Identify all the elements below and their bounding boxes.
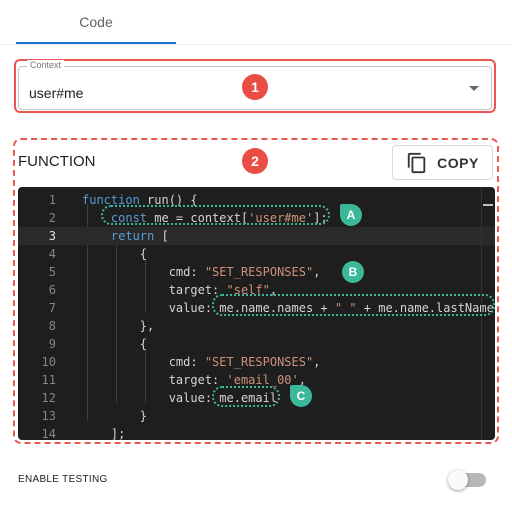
code-token: { <box>82 247 148 261</box>
annotation-box-b <box>212 294 495 316</box>
line-number: 7 <box>48 301 56 315</box>
toggle-knob <box>448 470 468 490</box>
code-text: cmd: "SET_RESPONSES", <box>82 353 321 371</box>
enable-testing-label: ENABLE TESTING <box>18 474 108 485</box>
function-title: FUNCTION <box>18 153 96 170</box>
code-line[interactable]: 9 { <box>18 335 495 353</box>
code-token: { <box>82 337 148 351</box>
line-number: 11 <box>41 373 56 387</box>
code-line[interactable]: 3 return [ <box>18 227 495 245</box>
line-number: 5 <box>48 265 56 279</box>
tab-divider <box>0 44 512 45</box>
annotation-pin-a: A <box>340 204 362 226</box>
code-text: } <box>82 407 147 425</box>
callout-badge-1: 1 <box>242 74 268 100</box>
code-token: ]; <box>82 427 126 440</box>
code-text: ]; <box>82 425 125 440</box>
line-number: 2 <box>48 211 56 225</box>
line-number: 3 <box>48 229 56 243</box>
scrollbar-marker <box>483 204 493 206</box>
line-number: 12 <box>41 391 56 405</box>
enable-testing-toggle[interactable] <box>448 470 486 490</box>
line-number: 10 <box>41 355 56 369</box>
line-number: 14 <box>41 427 56 440</box>
code-line[interactable]: 10 cmd: "SET_RESPONSES", <box>18 353 495 371</box>
annotation-pin-b: B <box>342 261 364 283</box>
annotation-pin-c: C <box>290 385 312 407</box>
code-token: }, <box>82 319 155 333</box>
code-text: cmd: "SET_RESPONSES", <box>82 263 321 281</box>
code-token: target: <box>82 373 227 387</box>
copy-button-label: COPY <box>437 154 479 171</box>
annotation-box-c <box>212 386 280 407</box>
tab-bar: Code <box>0 0 512 46</box>
code-token: "SET_RESPONSES" <box>204 265 314 279</box>
line-number: 6 <box>48 283 56 297</box>
code-line[interactable]: 5 cmd: "SET_RESPONSES", <box>18 263 495 281</box>
code-text: { <box>82 245 147 263</box>
code-token: , <box>313 355 321 369</box>
code-token: return <box>110 229 155 243</box>
code-token: , <box>313 265 321 279</box>
tab-code[interactable]: Code <box>16 0 176 44</box>
line-number: 8 <box>48 319 56 333</box>
dropdown-arrow-icon <box>469 86 479 91</box>
code-line[interactable]: 14 ]; <box>18 425 495 440</box>
callout-badge-2: 2 <box>242 148 268 174</box>
code-token: } <box>82 409 148 423</box>
code-token: "SET_RESPONSES" <box>204 355 314 369</box>
code-token: 'email_00' <box>226 373 299 387</box>
annotation-box-a <box>101 205 330 225</box>
code-line[interactable]: 8 }, <box>18 317 495 335</box>
code-line[interactable]: 13 } <box>18 407 495 425</box>
line-number: 4 <box>48 247 56 261</box>
copy-icon <box>407 152 426 173</box>
context-select-value: user#me <box>29 85 84 101</box>
code-token: cmd: <box>82 355 205 369</box>
code-line[interactable]: 4 { <box>18 245 495 263</box>
copy-button[interactable]: COPY <box>392 145 493 180</box>
line-number: 1 <box>48 193 56 207</box>
code-text: { <box>82 335 147 353</box>
code-text: }, <box>82 317 154 335</box>
code-token: target: <box>82 283 227 297</box>
code-token: [ <box>154 229 169 243</box>
code-token: cmd: <box>82 265 205 279</box>
line-number: 9 <box>48 337 56 351</box>
context-select-label: Context <box>27 60 65 70</box>
line-number: 13 <box>41 409 56 423</box>
code-text: return [ <box>82 227 169 245</box>
